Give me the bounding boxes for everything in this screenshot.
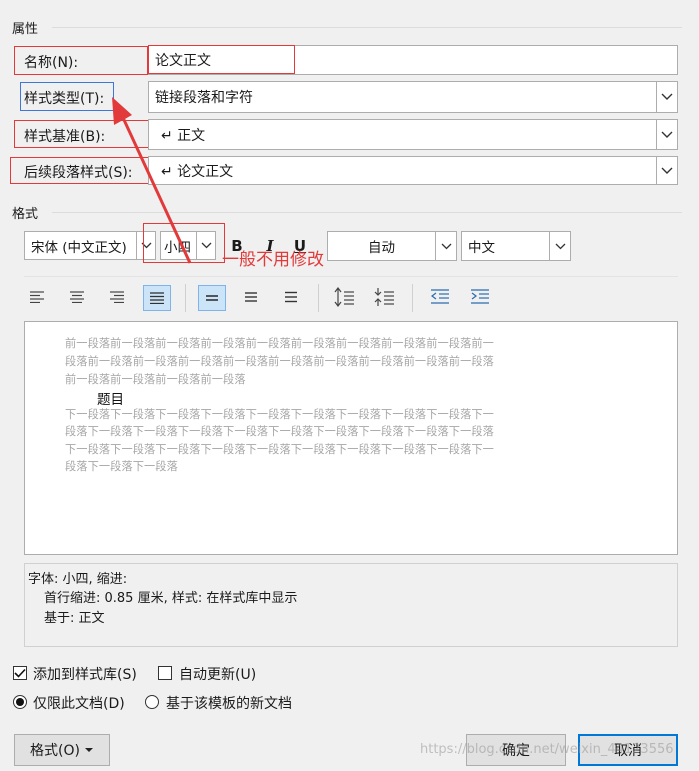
format-menu-button[interactable]: 格式(O): [14, 734, 110, 766]
description-line: 字体: 小四, 缩进:: [28, 572, 128, 587]
check-icon: [14, 668, 26, 678]
style-type-value: 链接段落和字符: [155, 90, 253, 106]
preview-prev-line: 前一段落前一段落前一段落前一段落: [65, 373, 246, 386]
chevron-down-icon[interactable]: [656, 120, 677, 149]
style-type-label: 样式类型(T):: [24, 91, 105, 107]
auto-update-checkbox[interactable]: [158, 666, 172, 680]
style-based-dropdown[interactable]: ↵ 正文: [148, 119, 678, 150]
single-spacing-icon[interactable]: [198, 285, 226, 311]
align-left-icon[interactable]: [26, 286, 48, 308]
properties-section-label: 属性: [12, 22, 39, 37]
chevron-down-icon[interactable]: [656, 157, 677, 184]
add-to-gallery-checkbox[interactable]: [13, 666, 27, 680]
annotation-text: 一般不用修改: [222, 250, 324, 270]
add-to-gallery-label[interactable]: 添加到样式库(S): [33, 664, 137, 684]
font-color-value: 自动: [368, 240, 395, 256]
toolbar-separator: [318, 284, 319, 312]
name-label: 名称(N):: [24, 55, 79, 71]
preview-next-line: 下一段落下一段落下一段落下一段落下一段落下一段落下一段落下一段落下一段落下一: [65, 408, 494, 421]
description-line: 基于: 正文: [44, 611, 105, 626]
style-type-dropdown[interactable]: 链接段落和字符: [148, 81, 678, 113]
format-section-label: 格式: [12, 207, 39, 222]
properties-divider: [52, 27, 682, 28]
watermark: https://blog.csdn.net/weixin_44123556: [420, 742, 674, 757]
preview-next-line: 段落下一段落下一段落下一段落下一段落下一段落下一段落下一段落下一段落下一段落: [65, 425, 494, 438]
align-right-icon[interactable]: [106, 286, 128, 308]
only-this-document-radio[interactable]: [13, 695, 27, 709]
style-based-label: 样式基准(B):: [24, 129, 106, 145]
next-style-dropdown[interactable]: ↵ 论文正文: [148, 156, 678, 185]
annotation-arrow-shaft: [117, 108, 192, 264]
chevron-down-icon[interactable]: [549, 232, 570, 260]
chevron-down-icon[interactable]: [656, 82, 677, 112]
toolbar-separator: [185, 284, 186, 312]
toolbar-separator: [412, 284, 413, 312]
annotation-arrow-head: [112, 97, 132, 125]
caret-down-icon: [84, 748, 93, 752]
justify-icon[interactable]: [143, 285, 171, 311]
format-toolbar-divider: [24, 276, 678, 277]
new-documents-template-label[interactable]: 基于该模板的新文档: [166, 693, 292, 713]
annotation-arrow: [112, 97, 192, 264]
double-spacing-icon[interactable]: [280, 286, 302, 308]
preview-next-line: 段落下一段落下一段落: [65, 460, 178, 473]
decrease-indent-icon[interactable]: [428, 286, 452, 308]
increase-indent-icon[interactable]: [468, 286, 492, 308]
script-value: 中文: [468, 240, 495, 256]
preview-prev-line: 段落前一段落前一段落前一段落前一段落前一段落前一段落前一段落前一段落前一段落: [65, 355, 494, 368]
preview-prev-line: 前一段落前一段落前一段落前一段落前一段落前一段落前一段落前一段落前一段落前一: [65, 337, 494, 350]
style-based-value: ↵ 正文: [161, 127, 206, 144]
only-this-document-label[interactable]: 仅限此文档(D): [33, 693, 125, 713]
chevron-down-icon[interactable]: [435, 232, 456, 260]
style-description: 字体: 小四, 缩进: 首行缩进: 0.85 厘米, 样式: 在样式库中显示 基…: [24, 563, 678, 647]
script-dropdown[interactable]: 中文: [461, 231, 571, 261]
decrease-paragraph-spacing-icon[interactable]: [372, 285, 396, 309]
new-documents-template-radio[interactable]: [145, 695, 159, 709]
auto-update-label[interactable]: 自动更新(U): [179, 664, 256, 684]
description-line: 首行缩进: 0.85 厘米, 样式: 在样式库中显示: [44, 591, 298, 606]
increase-paragraph-spacing-icon[interactable]: [332, 285, 356, 309]
name-value-highlight: [148, 45, 295, 74]
one-half-spacing-icon[interactable]: [240, 286, 262, 308]
next-style-value: ↵ 论文正文: [161, 163, 234, 180]
align-center-icon[interactable]: [66, 286, 88, 308]
preview-sample-text: 题目: [97, 392, 124, 408]
style-preview-pane: 前一段落前一段落前一段落前一段落前一段落前一段落前一段落前一段落前一段落前一 段…: [24, 321, 678, 555]
font-color-dropdown[interactable]: 自动: [327, 231, 457, 261]
format-menu-label: 格式(O): [30, 743, 80, 759]
radio-selected-dot: [16, 698, 24, 706]
preview-next-line: 下一段落下一段落下一段落下一段落下一段落下一段落下一段落下一段落下一段落下一: [65, 443, 494, 456]
